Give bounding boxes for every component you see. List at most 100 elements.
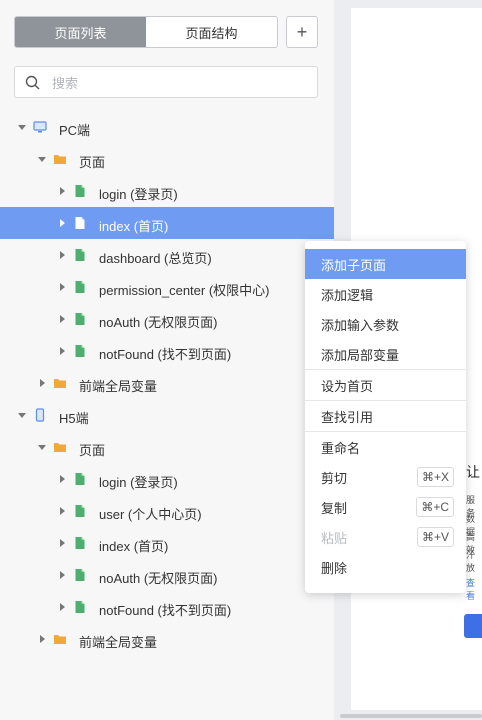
menu-copy-label: 复制 bbox=[321, 500, 348, 516]
tree-item-label: notFound (找不到页面) bbox=[99, 347, 232, 362]
folder-tree-item[interactable]: 页面 bbox=[0, 431, 334, 463]
page-file-icon bbox=[73, 568, 87, 582]
menu-delete[interactable]: 删除 bbox=[305, 552, 466, 582]
expand-down-icon[interactable] bbox=[17, 410, 27, 420]
expand-right-icon[interactable] bbox=[57, 250, 67, 260]
add-page-button[interactable]: + bbox=[286, 16, 318, 48]
folder-tree-item[interactable]: 前端全局变量 bbox=[0, 367, 334, 399]
menu-add-input-param[interactable]: 添加输入参数 bbox=[305, 309, 466, 339]
menu-add-local-var[interactable]: 添加局部变量 bbox=[305, 339, 466, 369]
page-file-icon bbox=[73, 248, 87, 262]
monitor-icon bbox=[33, 120, 47, 134]
menu-copy[interactable]: 复制 ⌘+C bbox=[305, 492, 466, 522]
folder-icon bbox=[53, 440, 67, 454]
menu-add-subpage[interactable]: 添加子页面 bbox=[305, 249, 466, 279]
page-tree-item[interactable]: noAuth (无权限页面) bbox=[0, 303, 334, 335]
menu-cut[interactable]: 剪切 ⌘+X bbox=[305, 462, 466, 492]
page-file-icon bbox=[73, 344, 87, 358]
paste-shortcut: ⌘+V bbox=[416, 527, 454, 547]
tree-item-label: index (首页) bbox=[99, 219, 169, 234]
folder-tree-item[interactable]: 前端全局变量 bbox=[0, 623, 334, 655]
page-file-icon bbox=[73, 312, 87, 326]
page-file-icon bbox=[73, 472, 87, 486]
folder-tree-item[interactable]: 页面 bbox=[0, 143, 334, 175]
expand-down-icon[interactable] bbox=[37, 154, 47, 164]
page-tree-item[interactable]: permission_center (权限中心) bbox=[0, 271, 334, 303]
expand-down-icon[interactable] bbox=[37, 442, 47, 452]
folder-icon bbox=[53, 152, 67, 166]
page-tree-item[interactable]: login (登录页) bbox=[0, 175, 334, 207]
platform-tree-item[interactable]: H5端 bbox=[0, 399, 334, 431]
menu-rename[interactable]: 重命名 bbox=[305, 432, 466, 462]
search-icon bbox=[25, 75, 40, 89]
tree-item-label: noAuth (无权限页面) bbox=[99, 315, 218, 330]
page-file-icon bbox=[73, 504, 87, 518]
page-tree-item[interactable]: notFound (找不到页面) bbox=[0, 335, 334, 367]
canvas-button-fragment[interactable] bbox=[464, 614, 482, 638]
tree-item-label: 前端全局变量 bbox=[79, 635, 158, 650]
tab-page-structure[interactable]: 页面结构 bbox=[146, 17, 277, 47]
tree-item-label: 页面 bbox=[79, 443, 106, 458]
expand-right-icon[interactable] bbox=[57, 346, 67, 356]
expand-right-icon[interactable] bbox=[37, 378, 47, 388]
page-tree-item[interactable]: dashboard (总览页) bbox=[0, 239, 334, 271]
context-menu: 添加子页面 添加逻辑 添加输入参数 添加局部变量 设为首页 查找引用 重命名 剪… bbox=[305, 241, 466, 593]
menu-add-logic[interactable]: 添加逻辑 bbox=[305, 279, 466, 309]
canvas-link-fragment[interactable]: 查看 bbox=[466, 576, 482, 602]
expand-right-icon[interactable] bbox=[57, 602, 67, 612]
page-file-icon bbox=[73, 536, 87, 550]
cut-shortcut: ⌘+X bbox=[416, 467, 454, 487]
expand-right-icon[interactable] bbox=[57, 506, 67, 516]
page-tree-item[interactable]: index (首页) bbox=[0, 207, 334, 239]
page-file-icon bbox=[73, 216, 87, 230]
expand-right-icon[interactable] bbox=[37, 634, 47, 644]
menu-find-refs[interactable]: 查找引用 bbox=[305, 401, 466, 431]
canvas-heading-fragment: 让 bbox=[466, 464, 480, 480]
search-input[interactable]: 搜索 bbox=[14, 66, 318, 98]
expand-right-icon[interactable] bbox=[57, 538, 67, 548]
tree-item-label: user (个人中心页) bbox=[99, 507, 202, 522]
menu-cut-label: 剪切 bbox=[321, 470, 348, 486]
tree-item-label: H5端 bbox=[59, 411, 89, 426]
tree-item-label: 前端全局变量 bbox=[79, 379, 158, 394]
expand-right-icon[interactable] bbox=[57, 474, 67, 484]
page-tree-item[interactable]: user (个人中心页) bbox=[0, 495, 334, 527]
page-tree-item[interactable]: login (登录页) bbox=[0, 463, 334, 495]
page-tree-item[interactable]: notFound (找不到页面) bbox=[0, 591, 334, 623]
tree-item-label: login (登录页) bbox=[99, 475, 178, 490]
tree-item-label: notFound (找不到页面) bbox=[99, 603, 232, 618]
search-placeholder: 搜索 bbox=[52, 75, 79, 91]
expand-right-icon[interactable] bbox=[57, 282, 67, 292]
menu-paste[interactable]: 粘贴 ⌘+V bbox=[305, 522, 466, 552]
menu-set-home[interactable]: 设为首页 bbox=[305, 370, 466, 400]
platform-tree-item[interactable]: PC端 bbox=[0, 111, 334, 143]
tree-item-label: index (首页) bbox=[99, 539, 169, 554]
page-file-icon bbox=[73, 600, 87, 614]
page-file-icon bbox=[73, 184, 87, 198]
page-tree-item[interactable]: index (首页) bbox=[0, 527, 334, 559]
page-tree-item[interactable]: noAuth (无权限页面) bbox=[0, 559, 334, 591]
canvas-scrollbar[interactable] bbox=[340, 714, 482, 718]
expand-down-icon[interactable] bbox=[17, 122, 27, 132]
canvas-text-fragment: 汗 放 bbox=[466, 550, 476, 573]
tree-item-label: login (登录页) bbox=[99, 187, 178, 202]
mobile-icon bbox=[33, 408, 47, 422]
tree-item-label: dashboard (总览页) bbox=[99, 251, 212, 266]
tree-item-label: PC端 bbox=[59, 123, 91, 138]
expand-right-icon[interactable] bbox=[57, 186, 67, 196]
expand-right-icon[interactable] bbox=[57, 218, 67, 228]
expand-right-icon[interactable] bbox=[57, 314, 67, 324]
tree-item-label: noAuth (无权限页面) bbox=[99, 571, 218, 586]
tree-item-label: 页面 bbox=[79, 155, 106, 170]
folder-icon bbox=[53, 376, 67, 390]
expand-right-icon[interactable] bbox=[57, 570, 67, 580]
tree-item-label: permission_center (权限中心) bbox=[99, 283, 270, 298]
copy-shortcut: ⌘+C bbox=[416, 497, 454, 517]
page-tree: PC端页面 login (登录页) index (首页) dashboard (总览页… bbox=[0, 111, 334, 655]
menu-paste-label: 粘贴 bbox=[321, 530, 348, 546]
tab-page-list[interactable]: 页面列表 bbox=[15, 17, 146, 47]
page-file-icon bbox=[73, 280, 87, 294]
folder-icon bbox=[53, 632, 67, 646]
page-panel: 页面列表 页面结构 + 搜索 PC端页面 login (登录页) index (首页… bbox=[0, 0, 334, 720]
panel-tabs: 页面列表 页面结构 bbox=[14, 16, 278, 48]
